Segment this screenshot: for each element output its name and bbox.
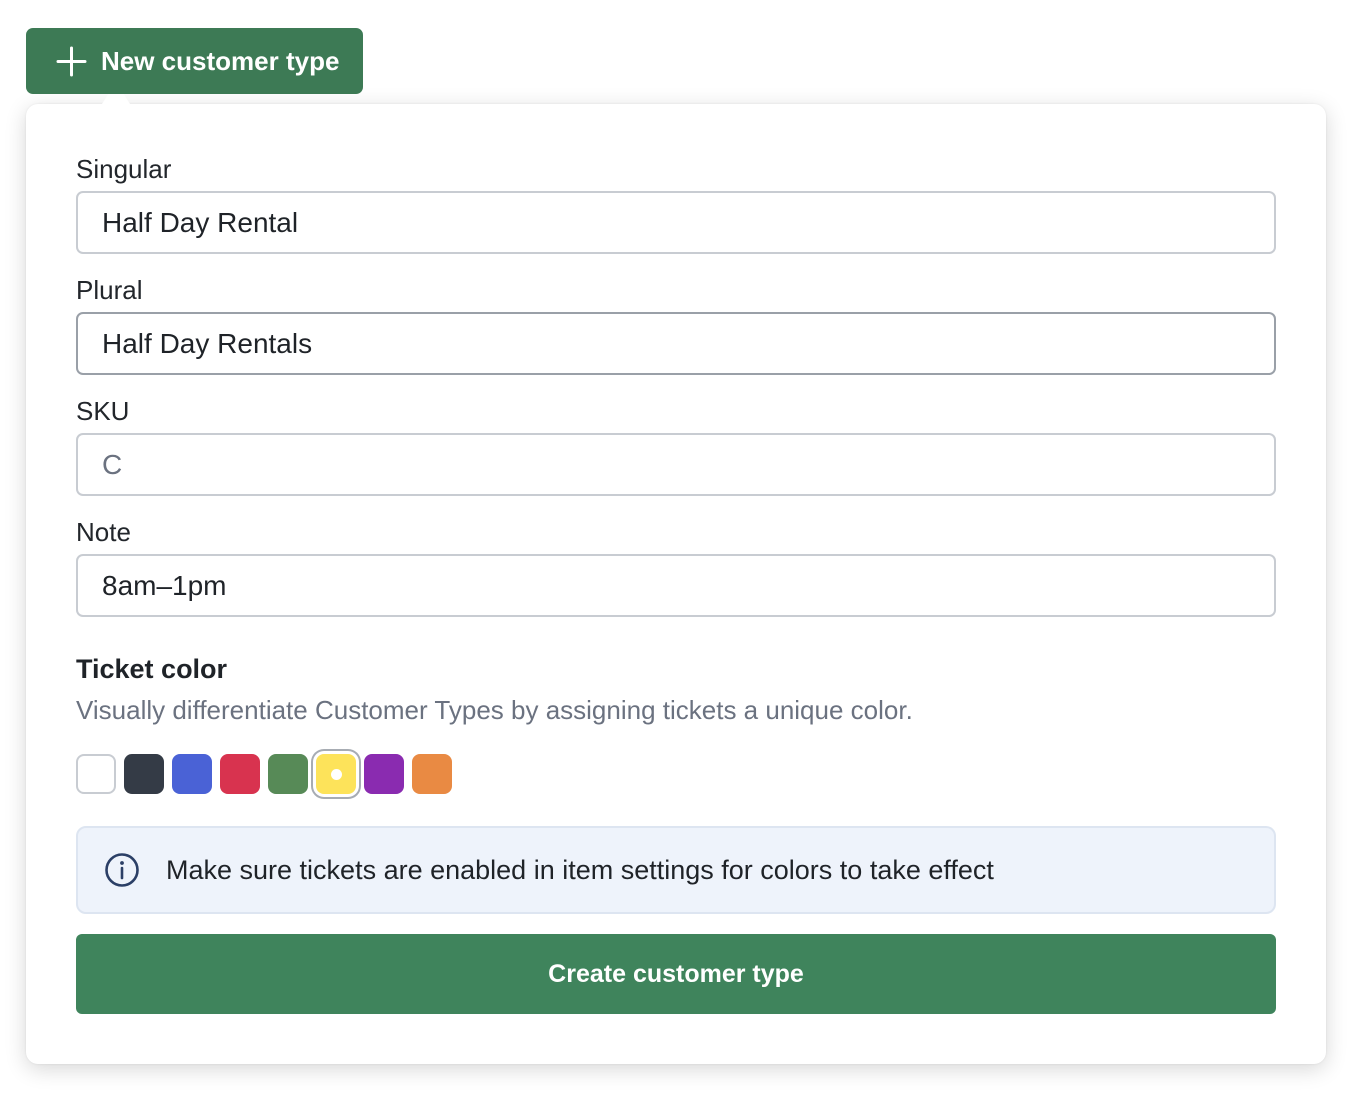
ticket-color-description: Visually differentiate Customer Types by… bbox=[76, 695, 913, 725]
info-callout: Make sure tickets are enabled in item se… bbox=[76, 826, 1276, 914]
new-customer-type-button[interactable]: New customer type bbox=[26, 28, 363, 94]
sku-input[interactable] bbox=[76, 433, 1276, 496]
new-customer-type-label: New customer type bbox=[101, 45, 340, 76]
ticket-color-title: Ticket color bbox=[76, 654, 228, 684]
color-swatch-dark-gray[interactable] bbox=[124, 754, 164, 794]
new-customer-type-popover: Singular Plural SKU Note Ticket color Vi… bbox=[26, 104, 1326, 1064]
color-swatch-red[interactable] bbox=[220, 754, 260, 794]
color-swatch-green[interactable] bbox=[268, 754, 308, 794]
selected-indicator-dot bbox=[331, 769, 342, 780]
singular-label: Singular bbox=[76, 154, 172, 184]
color-swatch-list bbox=[76, 754, 452, 794]
color-swatch-purple[interactable] bbox=[364, 754, 404, 794]
plural-input[interactable] bbox=[76, 312, 1276, 375]
create-customer-type-button[interactable]: Create customer type bbox=[76, 934, 1276, 1014]
note-input[interactable] bbox=[76, 554, 1276, 617]
info-circle-icon bbox=[105, 853, 139, 887]
plural-label: Plural bbox=[76, 275, 143, 305]
color-swatch-blue[interactable] bbox=[172, 754, 212, 794]
sku-label: SKU bbox=[76, 396, 130, 426]
note-label: Note bbox=[76, 517, 131, 547]
color-swatch-orange[interactable] bbox=[412, 754, 452, 794]
singular-input[interactable] bbox=[76, 191, 1276, 254]
create-customer-type-label: Create customer type bbox=[548, 959, 804, 988]
color-swatch-white[interactable] bbox=[76, 754, 116, 794]
info-text: Make sure tickets are enabled in item se… bbox=[166, 854, 994, 885]
color-swatch-yellow[interactable] bbox=[316, 754, 356, 794]
plus-icon bbox=[56, 46, 87, 76]
